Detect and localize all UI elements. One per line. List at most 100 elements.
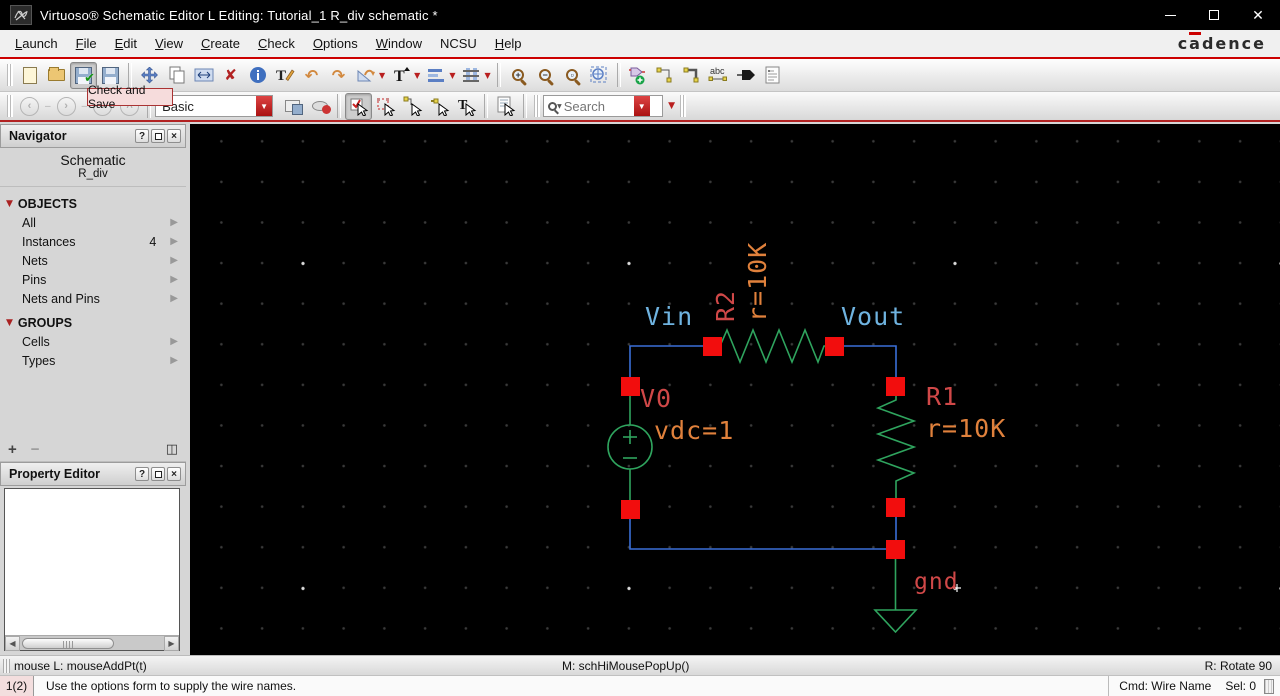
expand-arrow-icon[interactable]: ▶ [170, 255, 178, 266]
search-input[interactable] [563, 98, 634, 114]
add-text-button[interactable]: T [387, 62, 414, 89]
property-editor-header[interactable]: Property Editor ? × [0, 462, 186, 486]
pin-square-v0-plus[interactable] [621, 377, 640, 396]
scrollbar-thumb[interactable] [22, 637, 114, 649]
undo-button[interactable]: ↶ [298, 62, 325, 89]
expand-arrow-icon[interactable]: ▶ [170, 293, 178, 304]
resistor-r2-symbol[interactable] [712, 327, 834, 365]
expand-arrow-icon[interactable]: ▶ [170, 274, 178, 285]
scroll-right-icon[interactable]: ▶ [164, 635, 179, 651]
navigator-section-groups[interactable]: ▼ GROUPS [0, 314, 186, 332]
menu-edit[interactable]: Edit [106, 32, 146, 55]
workspace-combo-arrow[interactable]: ▼ [256, 96, 273, 116]
navigator-item-nets-and-pins[interactable]: Nets and Pins ▶ [0, 289, 186, 308]
param-label-v0[interactable]: vdc=1 [654, 416, 734, 445]
create-wide-wire-button[interactable] [679, 62, 706, 89]
toolbar-grip[interactable] [534, 95, 541, 117]
pin-square-vout[interactable] [825, 337, 844, 356]
select-net-button[interactable] [399, 93, 426, 120]
navigator-item-types[interactable]: Types ▶ [0, 351, 186, 370]
menu-create[interactable]: Create [192, 32, 249, 55]
instance-label-r1[interactable]: R1 [926, 382, 958, 411]
nav-back-dropdown[interactable]: – [45, 101, 51, 112]
close-panel-icon[interactable]: × [167, 129, 181, 143]
open-button[interactable] [43, 62, 70, 89]
instance-label-v0[interactable]: V0 [640, 384, 672, 413]
search-go-button[interactable]: ▼ [633, 96, 650, 116]
nav-forward-button[interactable]: › [53, 93, 80, 120]
float-panel-icon[interactable] [151, 467, 165, 481]
close-panel-icon[interactable]: × [167, 467, 181, 481]
create-instance-button[interactable] [625, 62, 652, 89]
select-pin-button[interactable] [426, 93, 453, 120]
edit-labels-button[interactable]: T [271, 62, 298, 89]
pin-square-gnd[interactable] [886, 540, 905, 559]
expand-arrow-icon[interactable]: ▶ [170, 355, 178, 366]
stretch-button[interactable] [190, 62, 217, 89]
navigator-section-objects[interactable]: ▼ OBJECTS [0, 195, 186, 213]
add-text-dropdown[interactable]: ▼ [414, 71, 420, 80]
wire-net-gnd-bottom[interactable] [629, 510, 896, 550]
pin-square-r1-top[interactable] [886, 377, 905, 396]
param-label-r1[interactable]: r=10K [926, 414, 1006, 443]
toolbar-grip[interactable] [7, 95, 13, 117]
align-dropdown[interactable]: ▼ [449, 71, 455, 80]
navigator-item-instances[interactable]: Instances 4 ▶ [0, 232, 186, 251]
add-filter-button[interactable]: + [8, 441, 17, 458]
scroll-left-icon[interactable]: ◀ [5, 635, 20, 651]
create-wire-name-button[interactable]: abc [706, 62, 733, 89]
delete-button[interactable]: ✘ [217, 62, 244, 89]
rotate-dropdown[interactable]: ▼ [379, 71, 385, 80]
distribute-button[interactable] [457, 62, 484, 89]
toolbar-grip[interactable] [7, 64, 13, 86]
properties-button[interactable] [244, 62, 271, 89]
navigator-item-nets[interactable]: Nets ▶ [0, 251, 186, 270]
pin-square-r1-bottom[interactable] [886, 498, 905, 517]
remove-filter-button[interactable]: − [31, 441, 40, 458]
distribute-dropdown[interactable]: ▼ [484, 71, 490, 80]
new-file-button[interactable] [16, 62, 43, 89]
gnd-symbol[interactable] [873, 558, 918, 634]
navigator-item-cells[interactable]: Cells ▶ [0, 332, 186, 351]
save-workspace-button[interactable] [279, 93, 306, 120]
menu-check[interactable]: Check [249, 32, 304, 55]
zoom-to-fit-button[interactable]: ▫ [559, 62, 586, 89]
nav-back-button[interactable]: ‹ [16, 93, 43, 120]
close-button[interactable]: ✕ [1236, 0, 1280, 30]
create-note-button[interactable] [760, 62, 787, 89]
menu-help[interactable]: Help [486, 32, 531, 55]
menu-file[interactable]: File [67, 32, 106, 55]
maximize-button[interactable] [1192, 0, 1236, 30]
panel-layout-icon[interactable]: ◫ [166, 442, 178, 457]
search-options-dropdown[interactable]: ▼ [668, 101, 675, 111]
menu-options[interactable]: Options [304, 32, 367, 55]
rotate-button[interactable] [352, 62, 379, 89]
resize-grip-icon[interactable] [1264, 678, 1274, 694]
create-wire-button[interactable] [652, 62, 679, 89]
pin-square-v0-minus[interactable] [621, 500, 640, 519]
net-label-vin[interactable]: Vin [645, 302, 693, 331]
navigator-item-pins[interactable]: Pins ▶ [0, 270, 186, 289]
expand-arrow-icon[interactable]: ▶ [170, 236, 178, 247]
float-panel-icon[interactable] [151, 129, 165, 143]
zoom-in-button[interactable]: + [505, 62, 532, 89]
menu-launch[interactable]: Launch [6, 32, 67, 55]
minimize-button[interactable] [1148, 0, 1192, 30]
select-full-button[interactable] [345, 92, 373, 120]
message-count-badge[interactable]: 1(2) [0, 676, 34, 696]
navigator-header[interactable]: Navigator ? × [0, 124, 186, 148]
search-scope-dropdown[interactable]: ▼ [557, 103, 562, 110]
hide-toolbar-button[interactable] [306, 93, 333, 120]
property-editor-hscrollbar[interactable]: ◀ ▶ [5, 635, 179, 651]
select-partial-button[interactable] [372, 93, 399, 120]
expand-arrow-icon[interactable]: ▶ [170, 217, 178, 228]
help-icon[interactable]: ? [135, 129, 149, 143]
select-label-button[interactable]: T [453, 93, 480, 120]
expand-arrow-icon[interactable]: ▶ [170, 336, 178, 347]
search-box[interactable]: ▼ ▼ [543, 95, 664, 117]
align-button[interactable] [422, 62, 449, 89]
toolbar-grip[interactable] [680, 95, 687, 117]
schematic-canvas[interactable]: Vin Vout R2 r=10K V0 vdc=1 R1 r=10K gnd [190, 124, 1280, 655]
options-form-button[interactable] [492, 93, 519, 120]
create-pin-button[interactable] [733, 62, 760, 89]
